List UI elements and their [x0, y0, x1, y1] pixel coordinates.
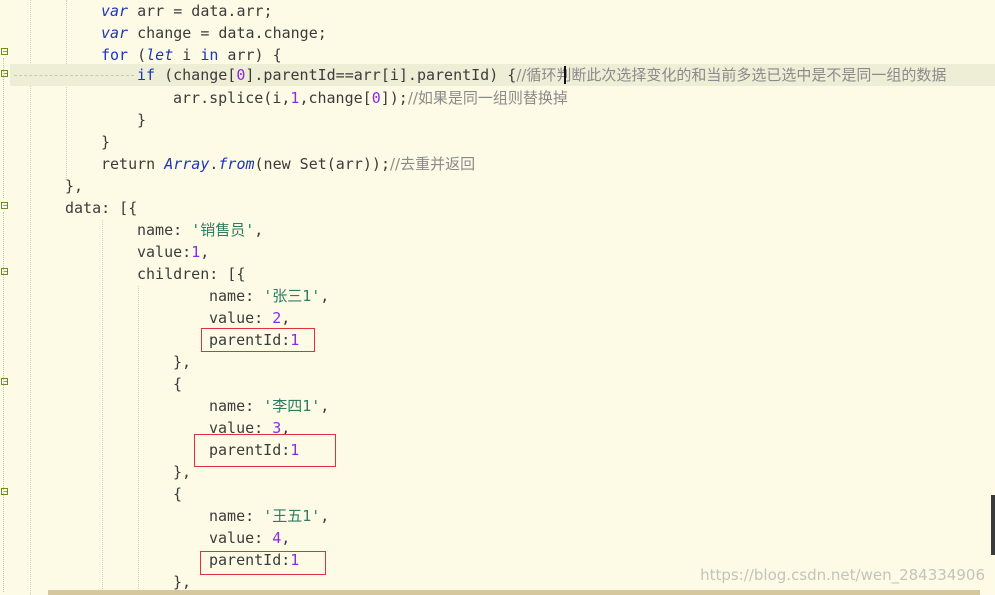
code-text: ,: [254, 221, 264, 239]
code-text: ].parentId==arr[i].parentId) {: [245, 66, 517, 84]
horizontal-scrollbar[interactable]: [48, 590, 980, 595]
code-text: arr.splice(i,: [173, 89, 291, 107]
code-text: },: [65, 177, 84, 195]
number-literal: 0: [371, 89, 381, 107]
code-text: {: [173, 375, 183, 393]
code-text: value:: [209, 309, 273, 327]
code-text: ,: [320, 397, 330, 415]
string-literal: '李四1': [263, 397, 321, 415]
keyword: if: [137, 66, 156, 84]
annotation-box: [201, 328, 315, 352]
code-text: (new Set(arr));: [254, 155, 390, 173]
number-literal: 2: [272, 309, 282, 327]
code-text: },: [173, 573, 192, 591]
fold-toggle-icon[interactable]: −: [1, 202, 9, 210]
code-line[interactable]: name: '张三1',: [209, 285, 329, 307]
indent-guide: [138, 286, 139, 595]
code-line[interactable]: name: '王五1',: [209, 505, 329, 527]
code-line[interactable]: }: [101, 131, 110, 153]
code-line[interactable]: if (change[0].parentId==arr[i].parentId)…: [137, 64, 946, 86]
code-text: arr) {: [218, 46, 282, 64]
code-line[interactable]: }: [137, 109, 146, 131]
code-text: ,: [281, 309, 291, 327]
code-text: {: [173, 485, 183, 503]
keyword: return: [101, 155, 165, 173]
number-literal: 1: [191, 243, 201, 261]
code-comment: //如果是同一组则替换掉: [407, 89, 568, 107]
text-cursor: [564, 66, 566, 84]
code-text: value:: [209, 529, 273, 547]
code-line[interactable]: for (let i in arr) {: [101, 44, 282, 66]
keyword: for: [101, 46, 129, 64]
code-line[interactable]: children: [{: [137, 263, 245, 285]
keyword: var: [101, 2, 129, 20]
annotation-box: [194, 434, 336, 467]
code-text: },: [173, 353, 192, 371]
code-text: }: [137, 111, 147, 129]
code-text: name:: [137, 221, 192, 239]
code-line[interactable]: data: [{: [65, 197, 137, 219]
fold-guide: [3, 212, 4, 592]
code-text: (change[: [155, 66, 237, 84]
code-text: ,: [281, 529, 291, 547]
code-line[interactable]: value: 2,: [209, 307, 290, 329]
code-text: arr = data.arr;: [128, 2, 273, 20]
code-text: children: [{: [137, 265, 246, 283]
class-name: Array: [164, 155, 210, 173]
annotation-box: [200, 551, 326, 575]
code-line[interactable]: },: [65, 175, 83, 197]
code-line[interactable]: var arr = data.arr;: [101, 0, 273, 22]
indent-guide: [102, 220, 103, 595]
code-text: }: [101, 133, 111, 151]
keyword: let: [146, 46, 174, 64]
code-comment: //循环判断此次选择变化的和当前多选已选中是不是同一组的数据: [516, 66, 947, 84]
code-text: change = data.change;: [128, 24, 327, 42]
fold-guide: [3, 58, 4, 198]
code-text: ,: [320, 507, 330, 525]
whitespace-marker: [14, 75, 134, 76]
code-line[interactable]: var change = data.change;: [101, 22, 327, 44]
code-comment: //去重并返回: [390, 155, 476, 173]
vertical-scrollbar[interactable]: [991, 495, 995, 555]
code-text: name:: [209, 287, 264, 305]
fold-toggle-icon[interactable]: −: [1, 48, 9, 56]
code-text: (: [128, 46, 147, 64]
string-literal: '销售员': [191, 221, 255, 239]
code-line[interactable]: value: 4,: [209, 527, 290, 549]
string-literal: '王五1': [263, 507, 321, 525]
number-literal: 4: [272, 529, 282, 547]
indent-guide: [30, 0, 31, 595]
method-name: from: [218, 155, 255, 173]
code-line[interactable]: },: [173, 351, 191, 373]
code-line[interactable]: return Array.from(new Set(arr));//去重并返回: [101, 153, 475, 175]
keyword: in: [200, 46, 219, 64]
code-line[interactable]: },: [173, 461, 191, 483]
code-line[interactable]: value:1,: [137, 241, 209, 263]
code-text: ,: [200, 243, 210, 261]
code-line[interactable]: name: '销售员',: [137, 219, 263, 241]
code-line[interactable]: {: [173, 483, 182, 505]
watermark-text: https://blog.csdn.net/wen_284334906: [700, 566, 985, 584]
code-text: name:: [209, 397, 264, 415]
code-text: ]);: [380, 89, 408, 107]
indent-guide: [66, 0, 67, 180]
code-line[interactable]: arr.splice(i,1,change[0]);//如果是同一组则替换掉: [173, 87, 568, 109]
code-line[interactable]: name: '李四1',: [209, 395, 329, 417]
code-text: data: [{: [65, 199, 138, 217]
code-text: name:: [209, 507, 264, 525]
code-text: i: [173, 46, 201, 64]
keyword: var: [101, 24, 129, 42]
code-text: },: [173, 463, 192, 481]
code-text: ,change[: [299, 89, 372, 107]
code-line[interactable]: {: [173, 373, 182, 395]
code-text: value:: [137, 243, 192, 261]
string-literal: '张三1': [263, 287, 321, 305]
code-text: ,: [320, 287, 330, 305]
